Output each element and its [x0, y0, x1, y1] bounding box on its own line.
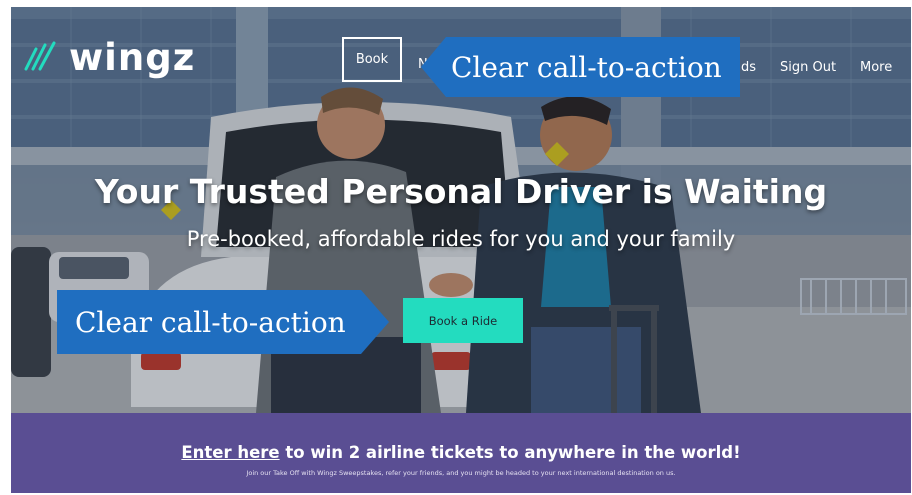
- book-a-ride-button[interactable]: Book a Ride: [403, 298, 523, 343]
- nav-sign-out-link[interactable]: Sign Out: [780, 60, 836, 75]
- page-frame: wingz Book N ds Sign Out More Your Trust…: [11, 7, 911, 493]
- wingz-logo-icon: [24, 41, 56, 71]
- nav-more-link[interactable]: More: [860, 60, 892, 75]
- hero-section: wingz Book N ds Sign Out More Your Trust…: [11, 7, 911, 413]
- nav-truncated-link-right[interactable]: ds: [741, 60, 756, 75]
- logo-text: wingz: [69, 35, 196, 79]
- hero-headline: Your Trusted Personal Driver is Waiting: [94, 172, 828, 211]
- nav-book-link[interactable]: Book: [342, 37, 402, 82]
- promo-fine-print: Join our Take Off with Wingz Sweepstakes…: [246, 469, 676, 477]
- promo-text: to win 2 airline tickets to anywhere in …: [279, 443, 741, 462]
- promo-enter-link[interactable]: Enter here: [181, 443, 279, 462]
- annotation-callout-bottom: Clear call-to-action: [57, 290, 389, 354]
- hero-subhead: Pre-booked, affordable rides for you and…: [186, 227, 736, 251]
- promo-banner: Enter here to win 2 airline tickets to a…: [11, 413, 911, 493]
- promo-headline: Enter here to win 2 airline tickets to a…: [11, 443, 911, 462]
- brand-logo[interactable]: wingz: [23, 35, 196, 79]
- annotation-callout-top: Clear call-to-action: [421, 37, 740, 97]
